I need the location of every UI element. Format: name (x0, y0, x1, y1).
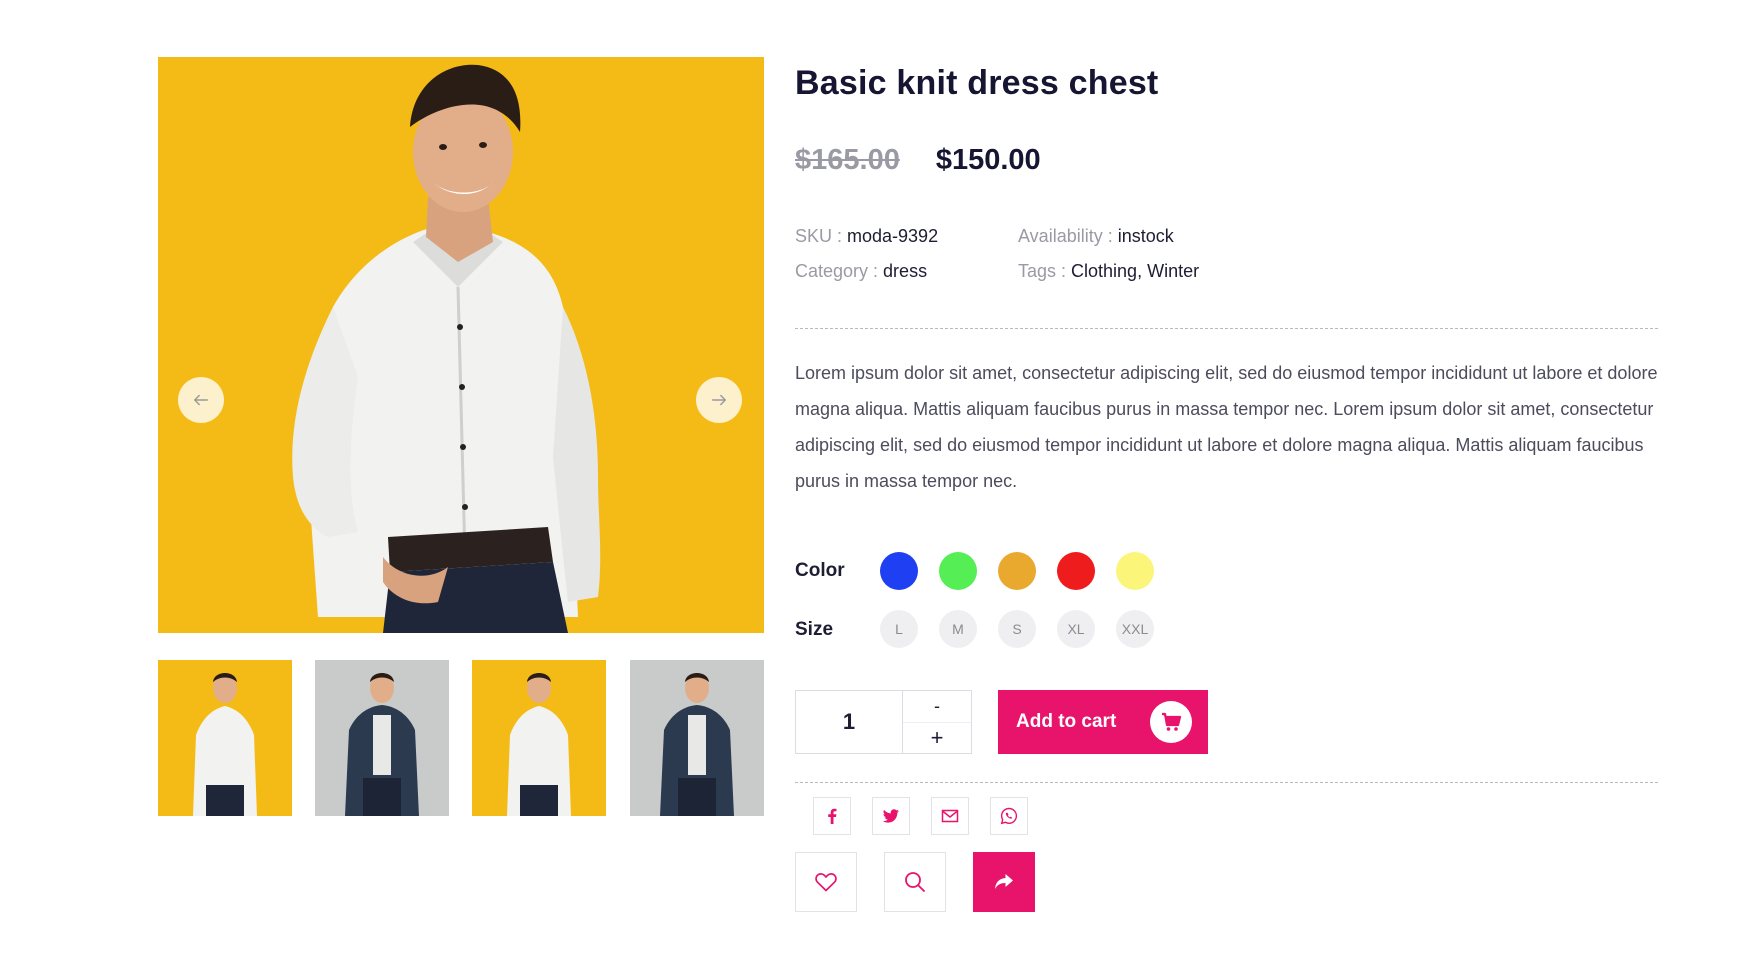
gallery-prev-button[interactable] (178, 377, 224, 423)
sku-label: SKU : (795, 226, 848, 246)
whatsapp-icon (1000, 807, 1018, 825)
tag-link[interactable]: Winter (1147, 261, 1199, 281)
gallery-next-button[interactable] (696, 377, 742, 423)
availability-label: Availability : (1018, 226, 1118, 246)
color-swatch-red[interactable] (1057, 552, 1095, 590)
meta-category: Category : dress (795, 261, 927, 282)
arrow-right-icon (711, 394, 727, 406)
color-label: Color (795, 560, 845, 581)
product-title: Basic knit dress chest (795, 64, 1159, 102)
quick-view-button[interactable] (884, 852, 946, 912)
availability-value: instock (1117, 226, 1174, 246)
quantity-input[interactable] (796, 691, 902, 753)
heart-icon (815, 873, 837, 892)
color-swatch-yellow[interactable] (1116, 552, 1154, 590)
size-option-xl[interactable]: XL (1057, 610, 1095, 648)
size-option-l[interactable]: L (880, 610, 918, 648)
meta-tags: Tags : Clothing, Winter (1018, 261, 1199, 282)
color-swatch-orange[interactable] (998, 552, 1036, 590)
arrow-left-icon (193, 394, 209, 406)
divider (795, 782, 1658, 783)
thumbnail-image (315, 660, 449, 816)
category-label: Category : (795, 261, 884, 281)
product-details: Basic knit dress chest $165.00 $150.00 S… (795, 0, 1661, 972)
share-icon (995, 874, 1013, 889)
thumbnail-4[interactable] (630, 660, 764, 816)
facebook-icon (828, 808, 837, 824)
twitter-icon (882, 809, 899, 823)
quantity-stepper: - + (795, 690, 972, 754)
share-twitter-button[interactable] (872, 797, 910, 835)
add-to-wishlist-button[interactable] (795, 852, 857, 912)
divider (795, 328, 1658, 329)
thumbnail-2[interactable] (315, 660, 449, 816)
meta-sku: SKU : moda-9392 (795, 226, 938, 247)
thumbnail-image (158, 660, 292, 816)
tag-link[interactable]: Clothing (1071, 261, 1137, 281)
share-whatsapp-button[interactable] (990, 797, 1028, 835)
size-option-s[interactable]: S (998, 610, 1036, 648)
add-to-cart-button[interactable]: Add to cart (998, 690, 1208, 754)
thumbnail-1[interactable] (158, 660, 292, 816)
cart-icon-badge (1150, 701, 1192, 743)
price-row: $165.00 $150.00 (795, 144, 1041, 177)
thumbnail-image (630, 660, 764, 816)
category-value[interactable]: dress (883, 261, 927, 281)
size-label: Size (795, 619, 834, 640)
color-swatch-green[interactable] (939, 552, 977, 590)
add-to-cart-label: Add to cart (1016, 711, 1117, 732)
size-option-xxl[interactable]: XXL (1116, 610, 1154, 648)
color-swatch-blue[interactable] (880, 552, 918, 590)
tags-label: Tags : (1018, 261, 1072, 281)
shopping-cart-icon (1162, 712, 1182, 731)
share-email-button[interactable] (931, 797, 969, 835)
old-price: $165.00 (795, 144, 900, 176)
product-description: Lorem ipsum dolor sit amet, consectetur … (795, 363, 1658, 491)
share-button[interactable] (973, 852, 1035, 912)
meta-availability: Availability : instock (1018, 226, 1174, 247)
email-icon (941, 809, 959, 823)
search-icon (905, 872, 925, 892)
sku-value: moda-9392 (847, 226, 939, 246)
quantity-increase-button[interactable]: + (903, 722, 971, 753)
product-photo (158, 57, 764, 633)
size-option-m[interactable]: M (939, 610, 977, 648)
thumbnail-image (472, 660, 606, 816)
share-facebook-button[interactable] (813, 797, 851, 835)
tag-separator: , (1137, 261, 1148, 281)
quantity-decrease-button[interactable]: - (903, 691, 971, 722)
thumbnail-3[interactable] (472, 660, 606, 816)
thumbnail-strip (158, 660, 764, 816)
product-main-image (158, 57, 764, 633)
current-price: $150.00 (935, 144, 1041, 176)
